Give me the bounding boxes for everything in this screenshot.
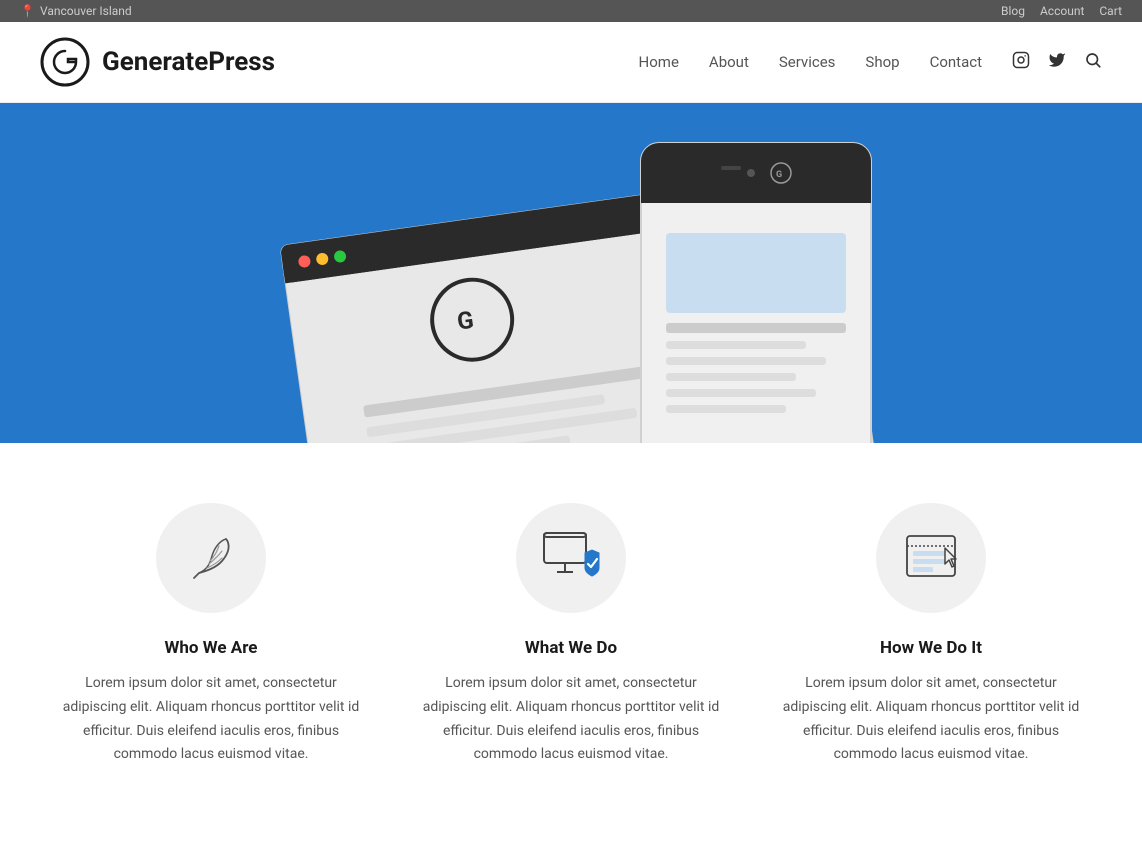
hero-illustration: G G — [0, 103, 1142, 443]
search-icon[interactable] — [1084, 51, 1102, 74]
account-link[interactable]: Account — [1040, 4, 1084, 18]
who-we-are-title: Who We Are — [61, 638, 361, 658]
nav-social-icons — [1012, 51, 1102, 74]
top-bar-links: Blog Account Cart — [1001, 4, 1122, 18]
logo-icon — [40, 37, 90, 87]
what-we-do-icon-wrap — [516, 503, 626, 613]
what-we-do-text: Lorem ipsum dolor sit amet, consectetur … — [421, 672, 721, 767]
site-header: GeneratePress Home About Services Shop C… — [0, 22, 1142, 103]
who-we-are-text: Lorem ipsum dolor sit amet, consectetur … — [61, 672, 361, 767]
browser-cursor-icon — [899, 528, 964, 588]
how-we-do-it-icon-wrap — [876, 503, 986, 613]
nav-contact[interactable]: Contact — [930, 53, 982, 71]
site-logo[interactable]: GeneratePress — [40, 37, 275, 87]
feature-how-we-do-it: How We Do It Lorem ipsum dolor sit amet,… — [781, 503, 1081, 767]
nav-about[interactable]: About — [709, 53, 749, 71]
nav-home[interactable]: Home — [639, 53, 679, 71]
top-bar-location: 📍 Vancouver Island — [20, 4, 132, 18]
cart-link[interactable]: Cart — [1099, 4, 1122, 18]
location-pin-icon: 📍 — [20, 4, 35, 18]
what-we-do-title: What We Do — [421, 638, 721, 658]
hero-banner: G G — [0, 103, 1142, 443]
how-we-do-it-text: Lorem ipsum dolor sit amet, consectetur … — [781, 672, 1081, 767]
nav-shop[interactable]: Shop — [865, 53, 899, 71]
features-section: Who We Are Lorem ipsum dolor sit amet, c… — [21, 443, 1121, 847]
monitor-shield-icon — [539, 528, 604, 588]
top-bar: 📍 Vancouver Island Blog Account Cart — [0, 0, 1142, 22]
feature-what-we-do: What We Do Lorem ipsum dolor sit amet, c… — [421, 503, 721, 767]
instagram-icon[interactable] — [1012, 51, 1030, 74]
twitter-icon[interactable] — [1048, 51, 1066, 74]
main-nav: Home About Services Shop Contact — [639, 51, 1102, 74]
feature-who-we-are: Who We Are Lorem ipsum dolor sit amet, c… — [61, 503, 361, 767]
feather-icon — [184, 531, 239, 586]
svg-text:G: G — [776, 170, 782, 180]
logo-text: GeneratePress — [102, 47, 275, 77]
how-we-do-it-title: How We Do It — [781, 638, 1081, 658]
blog-link[interactable]: Blog — [1001, 4, 1025, 18]
nav-services[interactable]: Services — [779, 53, 836, 71]
who-we-are-icon-wrap — [156, 503, 266, 613]
location-text: Vancouver Island — [40, 4, 132, 18]
